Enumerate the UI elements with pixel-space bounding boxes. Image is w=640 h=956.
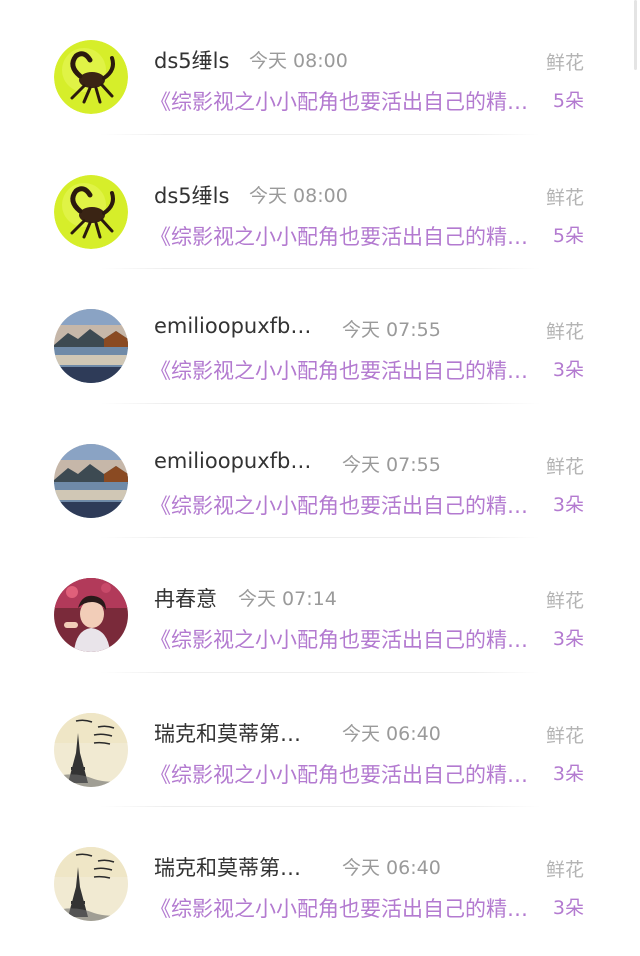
sent-time: 今天 07:55: [342, 319, 441, 341]
sent-time: 今天 08:00: [249, 50, 348, 72]
sent-time: 今天 06:40: [342, 722, 441, 745]
book-title[interactable]: 《综影视之小小配角也要活出自己的精彩》: [150, 759, 532, 789]
list-item[interactable]: 瑞克和莫蒂第一季 今天 06:40 《综影视之小小配角也要活出自己的精彩》 鲜花…: [0, 673, 640, 807]
flower-label: 鲜花: [545, 455, 584, 478]
list-item[interactable]: 冉春意 今天 07:14 《综影视之小小配角也要活出自己的精彩》 鲜花 3朵: [0, 538, 640, 673]
list-item[interactable]: 瑞克和莫蒂第一季 今天 06:40 《综影视之小小配角也要活出自己的精彩》 鲜花…: [0, 807, 640, 942]
flower-gift-list: ds5缍ls 今天 08:00 《综影视之小小配角也要活出自己的精彩》 鲜花 5…: [0, 0, 640, 942]
sent-time: 今天 07:14: [238, 588, 337, 610]
sender-name: 瑞克和莫蒂第一季: [154, 856, 319, 880]
flower-count: 5朵: [552, 90, 584, 112]
flower-label: 鲜花: [545, 724, 584, 747]
sender-name: emilioopuxfbeee: [154, 314, 319, 338]
sent-time: 今天 07:55: [342, 453, 441, 476]
list-item[interactable]: ds5缍ls 今天 08:00 《综影视之小小配角也要活出自己的精彩》 鲜花 5…: [0, 135, 640, 269]
book-title[interactable]: 《综影视之小小配角也要活出自己的精彩》: [150, 490, 532, 520]
scrollbar[interactable]: [634, 0, 637, 70]
flower-count: 3朵: [552, 493, 584, 516]
child-portrait-avatar-icon: [54, 578, 128, 652]
flower-label: 鲜花: [545, 186, 584, 209]
sender-name: 冉春意: [154, 587, 217, 611]
flower-label: 鲜花: [545, 590, 584, 612]
book-title[interactable]: 《综影视之小小配角也要活出自己的精彩》: [150, 221, 532, 251]
book-title[interactable]: 《综影视之小小配角也要活出自己的精彩》: [150, 624, 532, 654]
flower-count: 3朵: [552, 359, 584, 381]
flower-count: 3朵: [552, 762, 584, 785]
lake-landscape-avatar-icon: [54, 443, 128, 518]
lake-landscape-avatar-icon: [54, 309, 128, 383]
sent-time: 今天 08:00: [249, 184, 348, 207]
flower-count: 5朵: [552, 224, 584, 247]
list-item[interactable]: emilioopuxfbeee 今天 07:55 《综影视之小小配角也要活出自己…: [0, 404, 640, 538]
avatar[interactable]: [54, 712, 128, 787]
flower-label: 鲜花: [545, 321, 584, 343]
flower-count: 3朵: [552, 628, 584, 650]
avatar[interactable]: [54, 309, 128, 383]
eiffel-tower-avatar-icon: [54, 712, 128, 787]
list-item[interactable]: emilioopuxfbeee 今天 07:55 《综影视之小小配角也要活出自己…: [0, 269, 640, 404]
book-title[interactable]: 《综影视之小小配角也要活出自己的精彩》: [150, 355, 532, 385]
avatar[interactable]: [54, 847, 128, 921]
sender-name: 瑞克和莫蒂第一季: [154, 721, 319, 746]
avatar[interactable]: [54, 443, 128, 518]
sender-name: ds5缍ls: [154, 49, 230, 73]
scorpion-avatar-icon: [54, 174, 128, 249]
flower-label: 鲜花: [545, 52, 584, 74]
eiffel-tower-avatar-icon: [54, 847, 128, 921]
scorpion-avatar-icon: [54, 40, 128, 114]
avatar[interactable]: [54, 174, 128, 249]
avatar[interactable]: [54, 578, 128, 652]
sender-name: ds5缍ls: [154, 183, 230, 208]
sender-name: emilioopuxfbeee: [154, 448, 319, 473]
list-item[interactable]: ds5缍ls 今天 08:00 《综影视之小小配角也要活出自己的精彩》 鲜花 5…: [0, 0, 640, 135]
avatar[interactable]: [54, 40, 128, 114]
book-title[interactable]: 《综影视之小小配角也要活出自己的精彩》: [150, 86, 532, 116]
flower-count: 3朵: [552, 897, 584, 919]
sent-time: 今天 06:40: [342, 857, 441, 879]
book-title[interactable]: 《综影视之小小配角也要活出自己的精彩》: [150, 893, 532, 923]
flower-label: 鲜花: [545, 859, 584, 881]
